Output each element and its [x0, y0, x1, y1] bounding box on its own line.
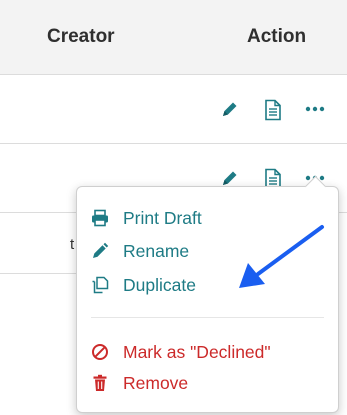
menu-item-label: Remove [123, 372, 189, 393]
column-header-action: Action [247, 26, 307, 47]
table-row [0, 75, 347, 144]
ellipsis-icon[interactable] [305, 99, 325, 119]
pencil-icon[interactable] [220, 168, 240, 188]
menu-item-label: Duplicate [123, 274, 196, 295]
ban-icon [92, 344, 108, 360]
column-header-creator[interactable]: Creator [47, 26, 115, 48]
menu-item-label: Mark as "Declined" [123, 341, 271, 362]
action-menu: Print Draft Rename Duplicate Mark as "De… [76, 175, 339, 413]
menu-item-label: Print Draft [123, 207, 202, 228]
pencil-icon [93, 242, 109, 258]
printer-icon [92, 209, 108, 227]
pencil-icon[interactable] [220, 99, 240, 119]
table-header: Creator Action [0, 0, 347, 75]
copy-icon [92, 276, 109, 294]
row-cell-text: t [70, 236, 75, 253]
trash-icon [93, 374, 107, 391]
document-icon[interactable] [264, 99, 282, 121]
menu-item-rename[interactable]: Rename [91, 239, 331, 263]
menu-item-print-draft[interactable]: Print Draft [91, 206, 331, 230]
menu-item-duplicate[interactable]: Duplicate [91, 273, 331, 297]
menu-item-label: Rename [123, 240, 190, 261]
menu-item-mark-declined[interactable]: Mark as "Declined" [91, 340, 331, 364]
menu-item-remove[interactable]: Remove [91, 371, 331, 395]
menu-divider [91, 317, 324, 318]
